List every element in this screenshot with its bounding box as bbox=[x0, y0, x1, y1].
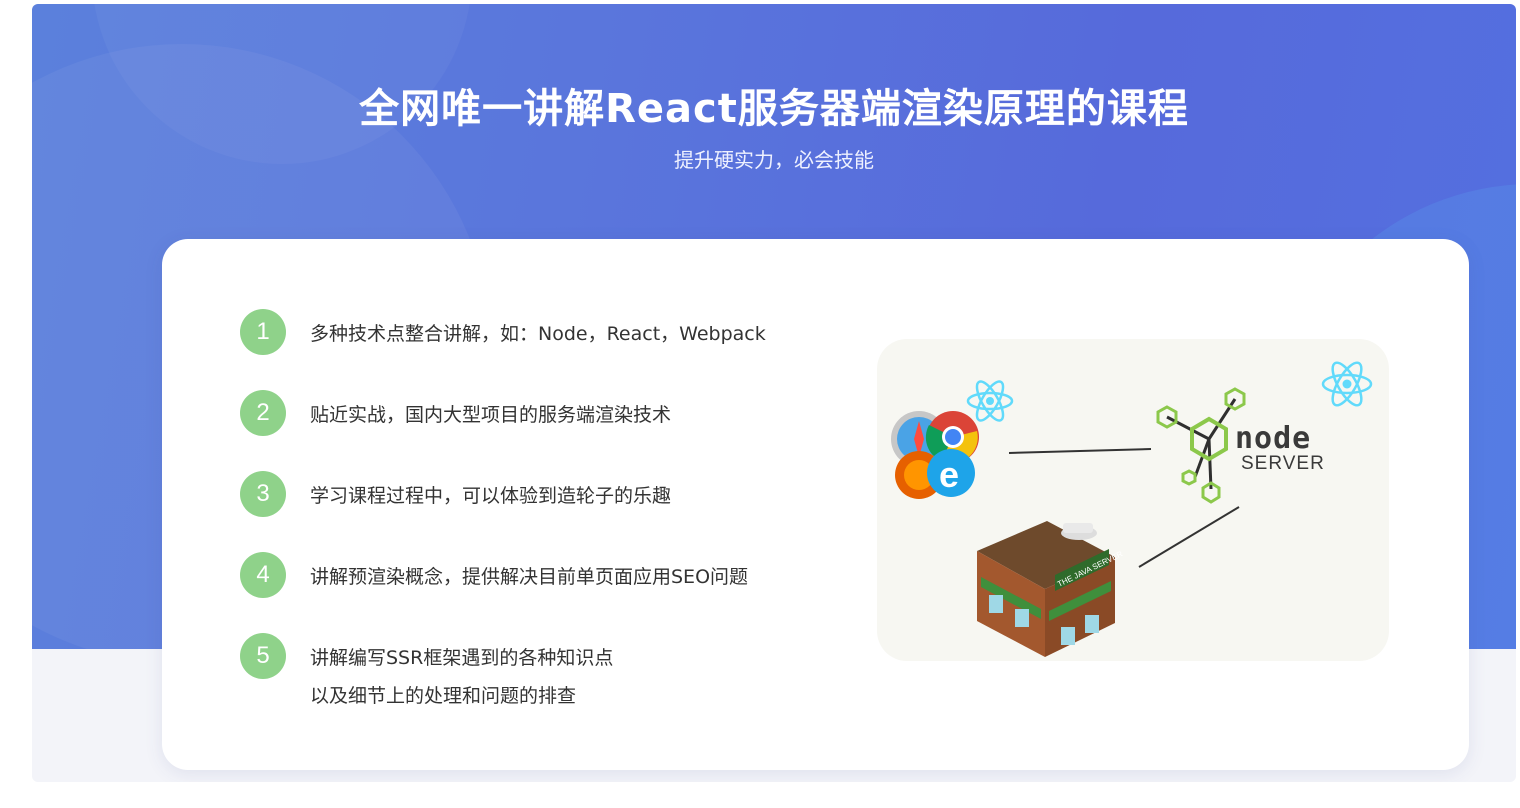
feature-number-badge: 1 bbox=[240, 309, 286, 355]
feature-text: 讲解预渲染概念，提供解决目前单页面应用SEO问题 bbox=[310, 566, 749, 588]
feature-number-badge: 4 bbox=[240, 552, 286, 598]
course-banner: 全网唯一讲解React服务器端渲染原理的课程 提升硬实力，必会技能 1 多种技术… bbox=[32, 4, 1516, 782]
feature-text: 多种技术点整合讲解，如：Node，React，Webpack bbox=[310, 323, 766, 345]
illustration-graphics: e THE JAVA SERVER bbox=[891, 361, 1373, 657]
feature-number-badge: 3 bbox=[240, 471, 286, 517]
node-logo-text: node bbox=[1235, 421, 1312, 456]
page-title: 全网唯一讲解React服务器端渲染原理的课程 bbox=[359, 86, 1189, 132]
feature-text: 讲解编写SSR框架遇到的各种知识点 bbox=[310, 647, 614, 669]
node-hexagon-icon bbox=[1156, 387, 1246, 504]
feature-text: 贴近实战，国内大型项目的服务端渲染技术 bbox=[310, 404, 672, 426]
feature-text: 学习课程过程中，可以体验到造轮子的乐趣 bbox=[310, 485, 672, 507]
react-icon bbox=[1321, 361, 1373, 407]
feature-card: 1 多种技术点整合讲解，如：Node，React，Webpack 2 贴近实战，… bbox=[162, 239, 1469, 770]
connector-line bbox=[1008, 448, 1152, 454]
java-server-building-icon: THE JAVA SERVER bbox=[977, 521, 1124, 657]
page-subtitle: 提升硬实力，必会技能 bbox=[674, 148, 874, 172]
ssr-illustration: e THE JAVA SERVER node SERVER bbox=[877, 339, 1389, 661]
react-icon bbox=[966, 380, 1014, 422]
feature-text-line-2: 以及细节上的处理和问题的排查 bbox=[310, 685, 577, 707]
feature-number-badge: 5 bbox=[240, 633, 286, 679]
browsers-icon: e bbox=[891, 411, 979, 499]
connector-line bbox=[1138, 506, 1240, 568]
svg-text:e: e bbox=[939, 454, 959, 495]
server-label: SERVER bbox=[1241, 453, 1325, 474]
feature-number-badge: 2 bbox=[240, 390, 286, 436]
